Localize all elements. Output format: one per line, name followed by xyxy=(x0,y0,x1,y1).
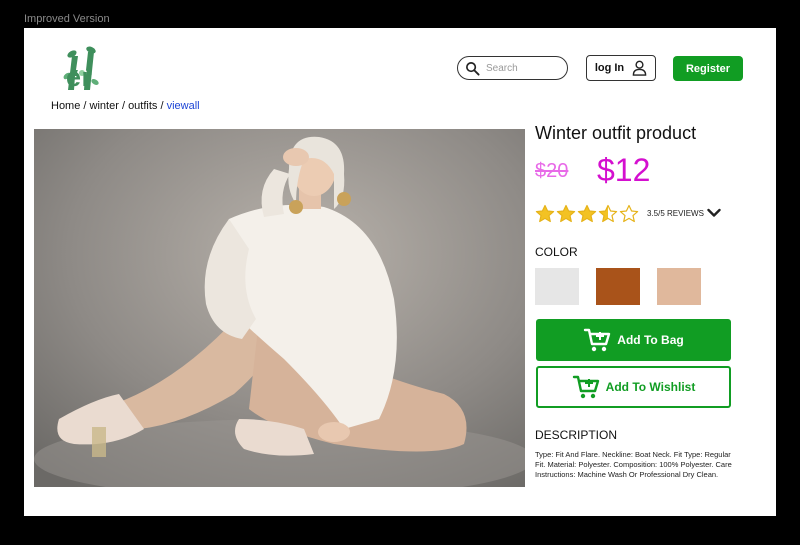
old-price: $20 xyxy=(535,160,569,182)
star-icon[interactable] xyxy=(535,204,555,223)
add-to-wishlist-button[interactable]: Add To Wishlist xyxy=(536,366,731,408)
color-swatch-beige[interactable] xyxy=(657,268,701,305)
new-price: $12 xyxy=(597,152,651,188)
search-icon xyxy=(466,61,480,76)
frame-label: Improved Version xyxy=(24,13,110,25)
color-swatch-rust[interactable] xyxy=(596,268,640,305)
rating-stars[interactable] xyxy=(535,204,639,223)
star-icon[interactable] xyxy=(577,204,597,223)
breadcrumb-separator: / xyxy=(83,100,87,112)
breadcrumb-item-outfits[interactable]: outfits xyxy=(128,100,157,112)
user-icon xyxy=(632,60,647,76)
reviews-text[interactable]: 3.5/5 REVIEWS xyxy=(647,209,704,218)
cart-icon xyxy=(572,375,599,399)
description-text: Type: Fit And Flare. Neckline: Boat Neck… xyxy=(535,450,732,479)
chevron-down-icon[interactable] xyxy=(707,208,721,218)
breadcrumb-separator: / xyxy=(160,100,164,112)
breadcrumb-separator: / xyxy=(121,100,125,112)
star-icon[interactable] xyxy=(598,204,618,223)
cart-icon xyxy=(584,328,611,352)
login-button[interactable]: log In xyxy=(586,55,656,81)
add-to-bag-label: Add To Bag xyxy=(617,333,684,347)
star-icon[interactable] xyxy=(619,204,639,223)
breadcrumb-item-home[interactable]: Home xyxy=(51,100,80,112)
description-label: DESCRIPTION xyxy=(535,428,618,442)
product-page: er Home / winter / outfits / viewall log… xyxy=(24,28,776,516)
logo-text: er xyxy=(66,62,93,92)
add-to-bag-button[interactable]: Add To Bag xyxy=(536,319,731,361)
search-box[interactable] xyxy=(457,56,568,80)
register-button[interactable]: Register xyxy=(673,56,743,81)
breadcrumb: Home / winter / outfits / viewall xyxy=(51,100,200,112)
product-title: Winter outfit product xyxy=(535,123,697,143)
product-image[interactable] xyxy=(34,129,525,487)
breadcrumb-item-winter[interactable]: winter xyxy=(90,100,119,112)
color-swatch-light-gray[interactable] xyxy=(535,268,579,305)
add-to-wishlist-label: Add To Wishlist xyxy=(605,380,696,394)
star-icon[interactable] xyxy=(556,204,576,223)
color-label: COLOR xyxy=(535,245,578,259)
search-input[interactable] xyxy=(484,61,560,75)
login-label: log In xyxy=(594,62,625,74)
breadcrumb-viewall-link[interactable]: viewall xyxy=(167,100,200,112)
